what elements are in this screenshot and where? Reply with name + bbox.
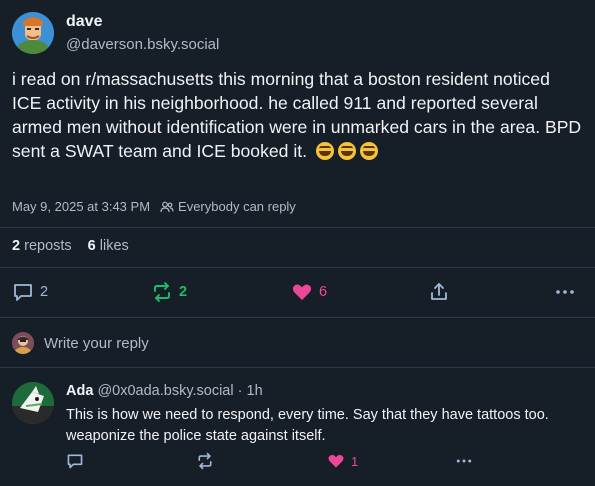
reply-button[interactable]: 2 — [12, 280, 48, 304]
share-button[interactable] — [428, 280, 450, 304]
comment-like-count: 1 — [351, 453, 359, 469]
reply-setting-label: Everybody can reply — [178, 199, 296, 214]
laughing-emoji-icon — [337, 142, 356, 160]
current-user-avatar — [12, 332, 34, 354]
ellipsis-icon — [556, 290, 574, 294]
post-body: i read on r/massachusetts this morning t… — [12, 69, 582, 161]
divider — [0, 317, 595, 318]
post-actions: 2 2 6 — [0, 280, 595, 304]
comment-more-options-button[interactable] — [455, 451, 473, 471]
like-count: 6 — [319, 284, 328, 300]
reposts-count: 2 — [12, 238, 21, 254]
post-meta: May 9, 2025 at 3:43 PM Everybody can rep… — [12, 199, 296, 214]
speech-bubble-icon — [67, 454, 83, 469]
author-handle[interactable]: @daverson.bsky.social — [66, 36, 219, 53]
comment-header: Ada @0x0ada.bsky.social · 1h — [66, 383, 263, 399]
comment-author-handle[interactable]: @0x0ada.bsky.social — [97, 383, 233, 399]
comment-separator: · — [237, 383, 243, 399]
share-icon — [431, 283, 447, 300]
post-text: i read on r/massachusetts this morning t… — [12, 67, 584, 163]
laughing-emoji-icon — [359, 142, 378, 160]
ellipsis-icon — [456, 459, 472, 463]
reply-count: 2 — [40, 284, 49, 300]
author-avatar[interactable] — [12, 12, 54, 54]
people-icon — [160, 201, 174, 212]
reposts-stat[interactable]: 2 reposts — [12, 238, 72, 254]
divider — [0, 227, 595, 228]
comment-text: This is how we need to respond, every ti… — [66, 407, 549, 444]
comment-reply-button[interactable] — [66, 451, 84, 471]
reply-composer[interactable]: Write your reply — [12, 332, 149, 354]
comment-like-button[interactable]: 1 — [327, 451, 358, 471]
repost-arrows-icon — [154, 282, 170, 302]
comment-repost-button[interactable] — [196, 451, 214, 471]
reply-setting[interactable]: Everybody can reply — [160, 199, 296, 214]
likes-stat[interactable]: 6 likes — [88, 238, 129, 254]
heart-icon — [328, 454, 344, 468]
likes-label: likes — [99, 238, 129, 254]
comment-author-name[interactable]: Ada — [66, 383, 93, 399]
divider — [0, 267, 595, 268]
heart-icon — [292, 284, 312, 300]
post-timestamp[interactable]: May 9, 2025 at 3:43 PM — [12, 199, 150, 214]
speech-bubble-icon — [14, 284, 32, 301]
laughing-emoji-icon — [315, 142, 334, 160]
repost-arrows-icon — [198, 452, 212, 470]
divider — [0, 367, 595, 368]
likes-count: 6 — [87, 238, 96, 254]
more-options-button[interactable] — [554, 280, 576, 304]
like-button[interactable]: 6 — [291, 280, 327, 304]
reposts-label: reposts — [24, 238, 72, 254]
comment-author-avatar[interactable] — [12, 382, 54, 424]
repost-count: 2 — [179, 284, 188, 300]
author-name[interactable]: dave — [66, 13, 102, 31]
reply-placeholder: Write your reply — [44, 334, 149, 352]
post-stats: 2 reposts 6 likes — [12, 238, 129, 254]
repost-button[interactable]: 2 — [151, 280, 187, 304]
comment-age[interactable]: 1h — [247, 383, 263, 399]
comment-actions: 1 — [0, 451, 595, 471]
